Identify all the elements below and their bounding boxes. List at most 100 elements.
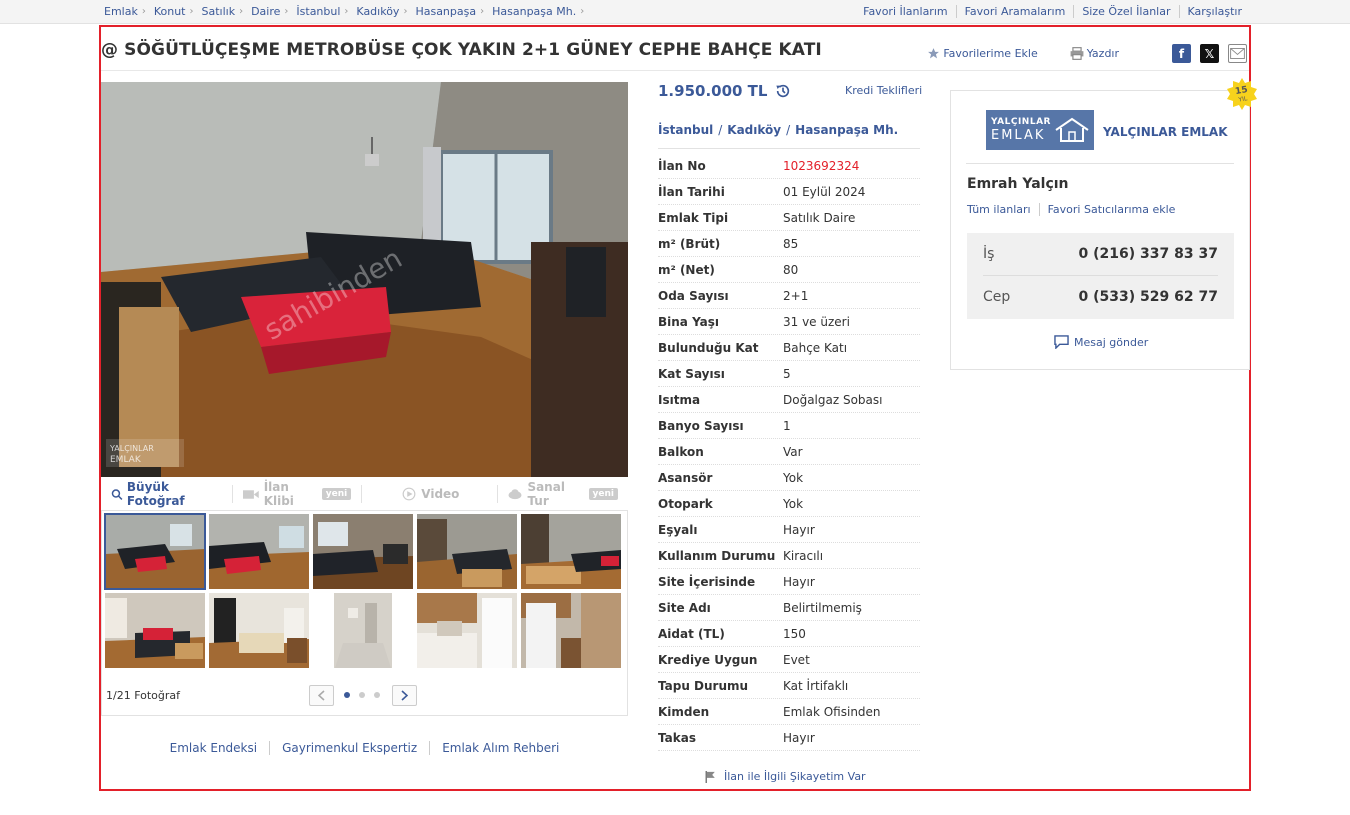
camera-icon	[242, 489, 259, 499]
location-neighborhood-link[interactable]: Hasanpaşa Mh.	[795, 123, 898, 137]
top-bar: Emlak › Konut › Satılık › Daire › İstanbul › …	[0, 0, 1350, 24]
breadcrumb-emlak[interactable]: Emlak ›	[104, 5, 146, 18]
detail-key: Tapu Durumu	[658, 678, 749, 693]
add-favorite-button[interactable]: Favorilerime Ekle	[927, 47, 1038, 60]
detail-row: Bulunduğu Kat Bahçe Katı	[658, 335, 920, 361]
listing-actions: Favorilerime Ekle Yazdır f 𝕏	[895, 44, 1247, 63]
virtual-tour-button[interactable]: Sanal Tur yeni	[498, 480, 628, 508]
video-clip-button[interactable]: İlan Klibi yeni	[233, 480, 363, 508]
real-estate-index-link[interactable]: Emlak Endeksi	[158, 741, 269, 755]
detail-value: Evet	[783, 652, 810, 667]
detail-value: Hayır	[783, 522, 815, 537]
breadcrumb-satilik[interactable]: Satılık ›	[202, 5, 244, 18]
thumbnail-10[interactable]	[521, 593, 621, 668]
next-photo-button[interactable]	[392, 685, 417, 706]
photo-counter: 1/21 Fotoğraf	[106, 689, 181, 702]
phone-label: İş	[983, 246, 995, 262]
star-icon	[928, 48, 940, 59]
print-button[interactable]: Yazdır	[1070, 47, 1119, 60]
phone-label: Cep	[983, 289, 1011, 305]
pager-dot-2[interactable]	[359, 692, 365, 698]
breadcrumb: Emlak › Konut › Satılık › Daire › İstanbul › …	[104, 5, 592, 18]
thumbnail-5[interactable]	[521, 514, 621, 589]
detail-row: Site İçerisinde Hayır	[658, 569, 920, 595]
breadcrumb-daire[interactable]: Daire ›	[251, 5, 288, 18]
listing-price: 1.950.000 TL	[658, 82, 791, 100]
agency-watermark-bottom: EMLAK	[110, 455, 142, 465]
thumbnail-6[interactable]	[105, 593, 205, 668]
breadcrumb-istanbul[interactable]: İstanbul ›	[296, 5, 348, 18]
detail-value: Satılık Daire	[783, 210, 856, 225]
detail-row: Aidat (TL) 150	[658, 621, 920, 647]
footer-links: Emlak Endeksi Gayrimenkul Ekspertiz Emla…	[101, 741, 628, 755]
email-share-icon[interactable]	[1228, 44, 1247, 63]
detail-value: Var	[783, 444, 803, 459]
prev-photo-button[interactable]	[309, 685, 334, 706]
years-badge-icon: 15 YIL	[1227, 78, 1257, 110]
detail-value: Belirtilmemiş	[783, 600, 862, 615]
thumbnail-8[interactable]	[313, 593, 413, 668]
history-icon[interactable]	[775, 83, 791, 99]
chevron-right-icon	[401, 690, 408, 701]
breadcrumb-hasanpasa[interactable]: Hasanpaşa ›	[415, 5, 484, 18]
pager-dot-3[interactable]	[374, 692, 380, 698]
special-listings-link[interactable]: Size Özel İlanlar	[1073, 5, 1178, 18]
send-message-button[interactable]: Mesaj gönder	[1054, 335, 1148, 349]
pager-dot-1[interactable]	[344, 692, 350, 698]
location-city-link[interactable]: İstanbul	[658, 123, 713, 137]
detail-key: Aidat (TL)	[658, 626, 725, 641]
thumbnail-4[interactable]	[417, 514, 517, 589]
thumbnail-1[interactable]	[104, 513, 206, 590]
listing-details-table: İlan No 1023692324 İlan Tarihi 01 Eylül 20…	[658, 153, 920, 751]
phone-number[interactable]: 0 (533) 529 62 77	[1079, 289, 1218, 305]
detail-key: Bina Yaşı	[658, 314, 720, 329]
detail-row: Krediye Uygun Evet	[658, 647, 920, 673]
breadcrumb-kadikoy[interactable]: Kadıköy ›	[356, 5, 407, 18]
detail-value: 5	[783, 366, 791, 381]
compare-link[interactable]: Karşılaştır	[1178, 5, 1251, 18]
detail-row: İlan Tarihi 01 Eylül 2024	[658, 179, 920, 205]
big-photo-button[interactable]: Büyük Fotoğraf	[101, 480, 233, 508]
detail-value: Kat İrtifaklı	[783, 678, 849, 693]
credit-offers-link[interactable]: Kredi Teklifleri	[845, 84, 922, 97]
pager-dots	[344, 692, 389, 698]
detail-row: Kimden Emlak Ofisinden	[658, 699, 920, 725]
thumbnail-7[interactable]	[209, 593, 309, 668]
detail-key: Kullanım Durumu	[658, 548, 776, 563]
detail-value: 31 ve üzeri	[783, 314, 850, 329]
page-title: @ SÖĞÜTLÜÇEŞME METROBÜSE ÇOK YAKIN 2+1 G…	[101, 40, 822, 60]
detail-row: Oda Sayısı 2+1	[658, 283, 920, 309]
location-district-link[interactable]: Kadıköy	[727, 123, 781, 137]
detail-key: m² (Net)	[658, 262, 715, 277]
video-button[interactable]: Video	[362, 485, 499, 503]
thumbnail-3[interactable]	[313, 514, 413, 589]
all-listings-link[interactable]: Tüm ilanları	[967, 203, 1039, 216]
listing-location: İstanbul / Kadıköy / Hasanpaşa Mh.	[658, 123, 899, 137]
favorite-listings-link[interactable]: Favori İlanlarım	[855, 5, 955, 18]
appraisal-link[interactable]: Gayrimenkul Ekspertiz	[269, 741, 429, 755]
thumbnail-2[interactable]	[209, 514, 309, 589]
detail-row: Eşyalı Hayır	[658, 517, 920, 543]
detail-value: 150	[783, 626, 806, 641]
facebook-share-icon[interactable]: f	[1172, 44, 1191, 63]
buying-guide-link[interactable]: Emlak Alım Rehberi	[429, 741, 571, 755]
favorite-searches-link[interactable]: Favori Aramalarım	[955, 5, 1074, 18]
x-share-icon[interactable]: 𝕏	[1200, 44, 1219, 63]
phone-number[interactable]: 0 (216) 337 83 37	[1079, 246, 1218, 262]
breadcrumb-hasanpasa-mh[interactable]: Hasanpaşa Mh. ›	[492, 5, 584, 18]
detail-key: Site İçerisinde	[658, 574, 756, 589]
store-name-link[interactable]: YALÇINLAR EMLAK	[1103, 125, 1228, 139]
report-listing-link[interactable]: İlan ile İlgili Şikayetim Var	[705, 770, 866, 783]
add-favorite-seller-link[interactable]: Favori Satıcılarıma ekle	[1038, 203, 1184, 216]
share-buttons: f 𝕏	[1163, 44, 1247, 63]
breadcrumb-konut[interactable]: Konut ›	[154, 5, 194, 18]
search-icon	[111, 488, 123, 500]
detail-value: 85	[783, 236, 799, 251]
detail-value: Yok	[783, 496, 804, 511]
detail-row: m² (Brüt) 85	[658, 231, 920, 257]
detail-value: 01 Eylül 2024	[783, 184, 866, 199]
thumbnail-9[interactable]	[417, 593, 517, 668]
store-logo[interactable]: YALÇINLAR EMLAK	[986, 110, 1094, 150]
detail-key: İlan Tarihi	[658, 184, 725, 199]
main-photo[interactable]: sahibinden YALÇINLAR EMLAK	[101, 82, 628, 477]
